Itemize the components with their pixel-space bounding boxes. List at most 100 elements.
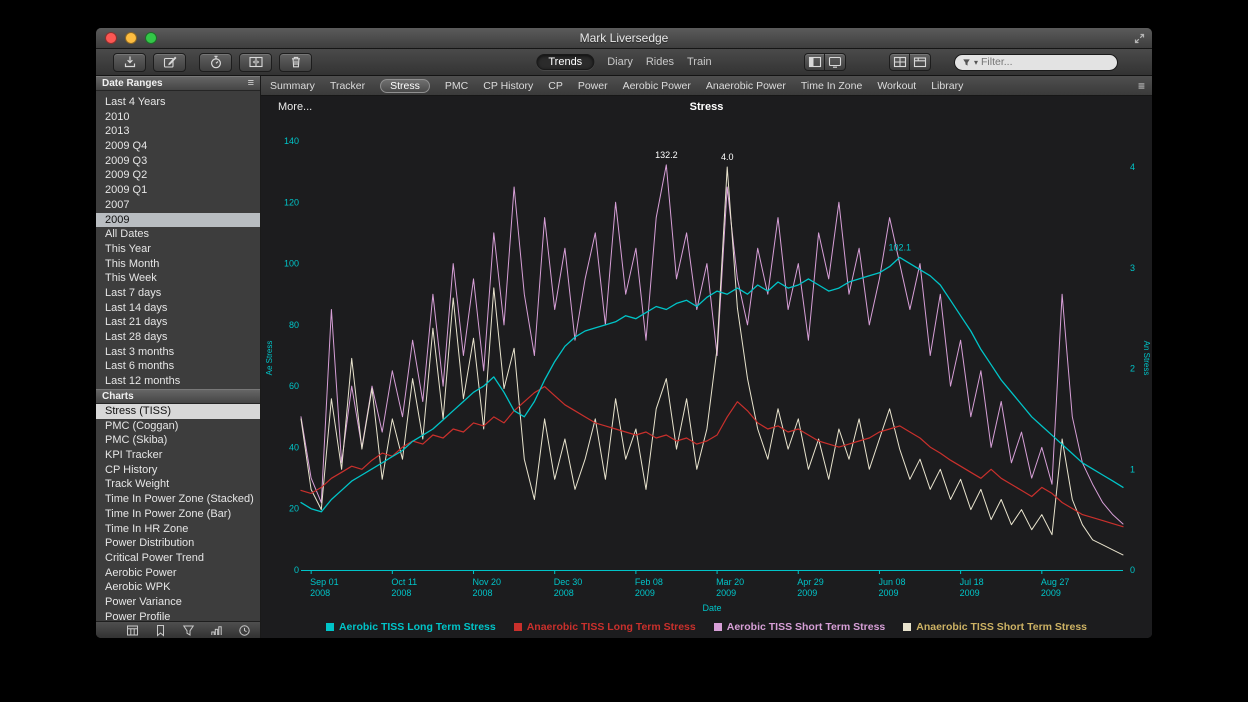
- stopwatch-button[interactable]: [199, 53, 232, 72]
- date-range-item-this-year[interactable]: This Year: [96, 242, 260, 257]
- tab-cp-history[interactable]: CP History: [483, 80, 533, 92]
- segment-train[interactable]: Train: [687, 56, 712, 68]
- y-left-tick-label: 20: [289, 504, 299, 514]
- date-range-item-all-dates[interactable]: All Dates: [96, 227, 260, 242]
- tab-library[interactable]: Library: [931, 80, 963, 92]
- tab-anaerobic-power[interactable]: Anaerobic Power: [706, 80, 786, 92]
- close-button[interactable]: [105, 32, 117, 44]
- tab-stress[interactable]: Stress: [380, 79, 430, 93]
- date-range-item-2007[interactable]: 2007: [96, 198, 260, 213]
- segment-diary[interactable]: Diary: [607, 56, 633, 68]
- sidebar-filter-icon[interactable]: [182, 624, 195, 637]
- tab-aerobic-power[interactable]: Aerobic Power: [623, 80, 691, 92]
- y-left-tick-label: 60: [289, 381, 299, 391]
- chart-item-aerobic-wpk[interactable]: Aerobic WPK: [96, 580, 260, 595]
- window-title: Mark Liversedge: [96, 31, 1152, 45]
- chart-item-stress-tiss[interactable]: Stress (TISS): [96, 404, 260, 419]
- tabs-icon: [912, 54, 928, 70]
- stopwatch-icon: [208, 54, 224, 70]
- tab-view-button[interactable]: [910, 53, 931, 71]
- chart-item-cp-history[interactable]: CP History: [96, 463, 260, 478]
- toggle-sidebar-button[interactable]: [804, 53, 825, 71]
- sidebar-charts-icon[interactable]: [210, 624, 223, 637]
- toolbar-right: ▾: [804, 53, 1118, 71]
- chart-item-power-profile[interactable]: Power Profile: [96, 610, 260, 621]
- tab-power[interactable]: Power: [578, 80, 608, 92]
- date-range-item-last-14-days[interactable]: Last 14 days: [96, 301, 260, 316]
- date-range-item-2009-q1[interactable]: 2009 Q1: [96, 183, 260, 198]
- chart-item-critical-power-trend[interactable]: Critical Power Trend: [96, 551, 260, 566]
- sidebar-clock-icon[interactable]: [238, 624, 251, 637]
- x-tick-year: 2009: [716, 588, 736, 598]
- chart-item-pmc-coggan[interactable]: PMC (Coggan): [96, 419, 260, 434]
- chart-item-time-in-power-zone-stacked[interactable]: Time In Power Zone (Stacked): [96, 492, 260, 507]
- sidebar-calendar-icon[interactable]: [126, 624, 139, 637]
- legend-swatch: [326, 623, 334, 631]
- date-range-item-last-7-days[interactable]: Last 7 days: [96, 286, 260, 301]
- toggle-lowbar-button[interactable]: [825, 53, 846, 71]
- fullscreen-icon[interactable]: [1134, 33, 1145, 44]
- panel-left-icon: [807, 54, 823, 70]
- tab-time-in-zone[interactable]: Time In Zone: [801, 80, 862, 92]
- x-tick-label: Nov 20: [473, 577, 502, 587]
- date-range-item-last-12-months[interactable]: Last 12 months: [96, 374, 260, 389]
- date-range-item-last-21-days[interactable]: Last 21 days: [96, 315, 260, 330]
- more-link[interactable]: More...: [278, 101, 312, 113]
- annotation-102.1: 102.1: [888, 242, 911, 252]
- date-range-item-this-month[interactable]: This Month: [96, 257, 260, 272]
- delete-activity-button[interactable]: [279, 53, 312, 72]
- split-activity-button[interactable]: [239, 53, 272, 72]
- chart-item-power-distribution[interactable]: Power Distribution: [96, 536, 260, 551]
- segment-trends[interactable]: Trends: [536, 54, 594, 70]
- tab-tracker[interactable]: Tracker: [330, 80, 365, 92]
- date-ranges-menu-icon[interactable]: ≡: [248, 78, 254, 89]
- date-range-item-last-3-months[interactable]: Last 3 months: [96, 345, 260, 360]
- window-content: Date Ranges ≡ Last 4 Years201020132009 Q…: [96, 76, 1152, 638]
- date-range-item-last-28-days[interactable]: Last 28 days: [96, 330, 260, 345]
- chart-item-kpi-tracker[interactable]: KPI Tracker: [96, 448, 260, 463]
- y-right-tick-label: 1: [1130, 464, 1135, 474]
- date-range-item-last-4-years[interactable]: Last 4 Years: [96, 95, 260, 110]
- sidebar-bookmark-icon[interactable]: [154, 624, 167, 637]
- window-style-group: [889, 53, 931, 71]
- date-range-item-2009-q4[interactable]: 2009 Q4: [96, 139, 260, 154]
- date-range-item-this-week[interactable]: This Week: [96, 271, 260, 286]
- chevron-down-icon: ▾: [974, 58, 978, 67]
- tab-pmc[interactable]: PMC: [445, 80, 468, 92]
- date-range-item-last-6-months[interactable]: Last 6 months: [96, 359, 260, 374]
- chart-item-time-in-hr-zone[interactable]: Time In HR Zone: [96, 522, 260, 537]
- y-left-tick-label: 140: [284, 136, 299, 146]
- x-tick-label: Aug 27: [1041, 577, 1070, 587]
- date-range-item-2009[interactable]: 2009: [96, 213, 260, 228]
- manual-activity-button[interactable]: [153, 53, 186, 72]
- download-activity-button[interactable]: [113, 53, 146, 72]
- chart-item-aerobic-power[interactable]: Aerobic Power: [96, 566, 260, 581]
- chart-item-pmc-skiba[interactable]: PMC (Skiba): [96, 433, 260, 448]
- date-range-item-2009-q2[interactable]: 2009 Q2: [96, 168, 260, 183]
- tabbar-menu-icon[interactable]: ≡: [1138, 80, 1145, 92]
- x-tick-year: 2009: [635, 588, 655, 598]
- download-icon: [122, 54, 138, 70]
- chart-item-power-variance[interactable]: Power Variance: [96, 595, 260, 610]
- titlebar[interactable]: Mark Liversedge: [96, 28, 1152, 49]
- date-range-item-2009-q3[interactable]: 2009 Q3: [96, 154, 260, 169]
- minimize-button[interactable]: [125, 32, 137, 44]
- chart-item-track-weight[interactable]: Track Weight: [96, 477, 260, 492]
- zoom-button[interactable]: [145, 32, 157, 44]
- charts-header: Charts: [96, 389, 260, 404]
- tab-cp[interactable]: CP: [548, 80, 563, 92]
- date-range-item-2013[interactable]: 2013: [96, 124, 260, 139]
- tab-workout[interactable]: Workout: [877, 80, 916, 92]
- tile-view-button[interactable]: [889, 53, 910, 71]
- date-range-item-2010[interactable]: 2010: [96, 110, 260, 125]
- legend-label: Anaerobic TISS Long Term Stress: [527, 621, 696, 633]
- filter-input[interactable]: [981, 56, 1093, 68]
- segment-rides[interactable]: Rides: [646, 56, 674, 68]
- x-tick-year: 2008: [310, 588, 330, 598]
- view-segmented-control: Trends Diary Rides Train: [536, 54, 711, 70]
- filter-field[interactable]: ▾: [954, 54, 1118, 71]
- y-right-tick-label: 4: [1130, 162, 1135, 172]
- tab-summary[interactable]: Summary: [270, 80, 315, 92]
- chart-item-time-in-power-zone-bar[interactable]: Time In Power Zone (Bar): [96, 507, 260, 522]
- y-left-tick-label: 120: [284, 197, 299, 207]
